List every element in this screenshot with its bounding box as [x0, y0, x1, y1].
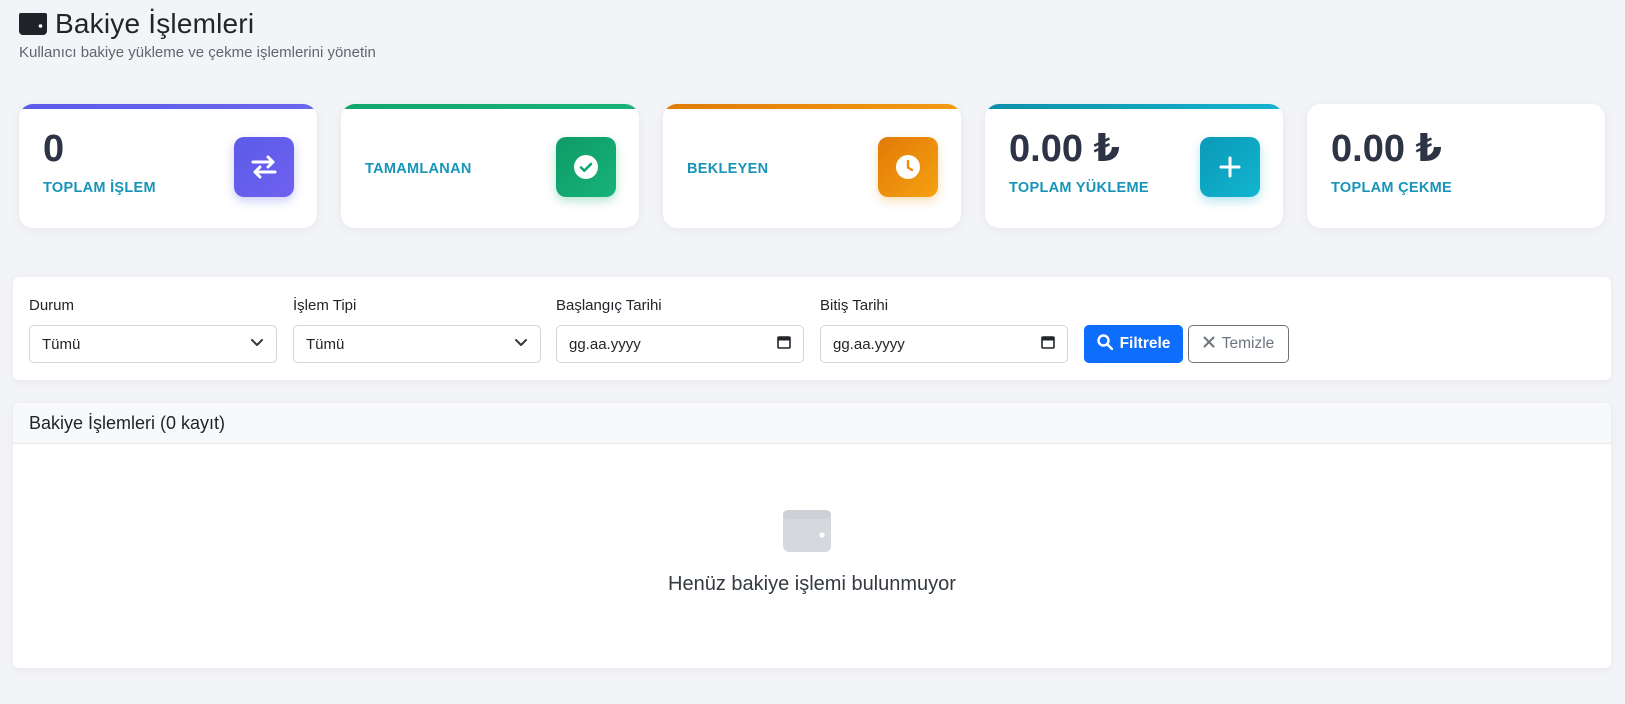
- stat-card-total-deposit: 0.00 ₺ TOPLAM YÜKLEME: [985, 104, 1283, 228]
- filter-button-label: Filtrele: [1119, 335, 1171, 352]
- stat-label: BEKLEYEN: [687, 161, 769, 177]
- filter-panel: Durum Tümü İşlem Tipi Tümü Başlangıç Tar…: [13, 277, 1611, 380]
- status-select-value: Tümü: [42, 335, 81, 353]
- status-label: Durum: [29, 297, 75, 314]
- card-accent-bar: [19, 104, 317, 109]
- calendar-icon[interactable]: [777, 335, 791, 353]
- status-filter: Durum Tümü: [29, 297, 277, 363]
- wallet-icon: [19, 12, 47, 36]
- stat-value: 0.00 ₺: [1331, 128, 1442, 170]
- stat-label: TAMAMLANAN: [365, 161, 472, 177]
- start-date-filter: Başlangıç Tarihi gg.aa.yyyy: [556, 297, 804, 363]
- type-select-value: Tümü: [306, 335, 345, 353]
- page-subtitle: Kullanıcı bakiye yükleme ve çekme işleml…: [19, 44, 376, 61]
- status-select[interactable]: Tümü: [29, 325, 277, 363]
- clock-icon: [878, 137, 938, 197]
- search-icon: [1096, 333, 1113, 355]
- start-date-label: Başlangıç Tarihi: [556, 297, 662, 314]
- card-accent-bar: [663, 104, 961, 109]
- wallet-icon: [783, 510, 831, 557]
- stat-card-total-transactions: 0 TOPLAM İŞLEM: [19, 104, 317, 228]
- chevron-down-icon: [514, 335, 528, 353]
- plus-icon: [1200, 137, 1260, 197]
- stat-label: TOPLAM ÇEKME: [1331, 180, 1452, 196]
- start-date-placeholder: gg.aa.yyyy: [569, 335, 641, 353]
- calendar-icon[interactable]: [1041, 335, 1055, 353]
- stat-label: TOPLAM YÜKLEME: [1009, 180, 1149, 196]
- card-accent-bar: [985, 104, 1283, 109]
- transactions-panel-title: Bakiye İşlemleri (0 kayıt): [13, 403, 1611, 444]
- page-header: Bakiye İşlemleri Kullanıcı bakiye yüklem…: [19, 8, 376, 61]
- type-label: İşlem Tipi: [293, 297, 357, 314]
- page-title: Bakiye İşlemleri: [55, 8, 255, 39]
- stat-value: 0: [43, 128, 65, 170]
- clear-button[interactable]: Temizle: [1188, 325, 1289, 363]
- type-filter: İşlem Tipi Tümü: [293, 297, 541, 363]
- check-circle-icon: [556, 137, 616, 197]
- transactions-panel: Bakiye İşlemleri (0 kayıt) Henüz bakiye …: [13, 403, 1611, 668]
- filter-button[interactable]: Filtrele: [1084, 325, 1183, 363]
- stat-value: 0.00 ₺: [1009, 128, 1120, 170]
- end-date-label: Bitiş Tarihi: [820, 297, 889, 314]
- end-date-input[interactable]: gg.aa.yyyy: [820, 325, 1068, 363]
- clear-button-label: Temizle: [1221, 335, 1275, 352]
- stat-card-completed: TAMAMLANAN: [341, 104, 639, 228]
- stat-card-pending: BEKLEYEN: [663, 104, 961, 228]
- type-select[interactable]: Tümü: [293, 325, 541, 363]
- stat-label: TOPLAM İŞLEM: [43, 180, 156, 196]
- close-icon: [1203, 335, 1215, 353]
- card-accent-bar: [341, 104, 639, 109]
- start-date-input[interactable]: gg.aa.yyyy: [556, 325, 804, 363]
- stat-card-total-withdrawal: 0.00 ₺ TOPLAM ÇEKME: [1307, 104, 1605, 228]
- arrows-exchange-icon: [234, 137, 294, 197]
- empty-state-message: Henüz bakiye işlemi bulunmuyor: [668, 573, 956, 595]
- chevron-down-icon: [250, 335, 264, 353]
- end-date-filter: Bitiş Tarihi gg.aa.yyyy: [820, 297, 1068, 363]
- end-date-placeholder: gg.aa.yyyy: [833, 335, 905, 353]
- stats-row: 0 TOPLAM İŞLEM TAMAMLANAN BEKLEYEN 0.00 …: [19, 104, 1605, 228]
